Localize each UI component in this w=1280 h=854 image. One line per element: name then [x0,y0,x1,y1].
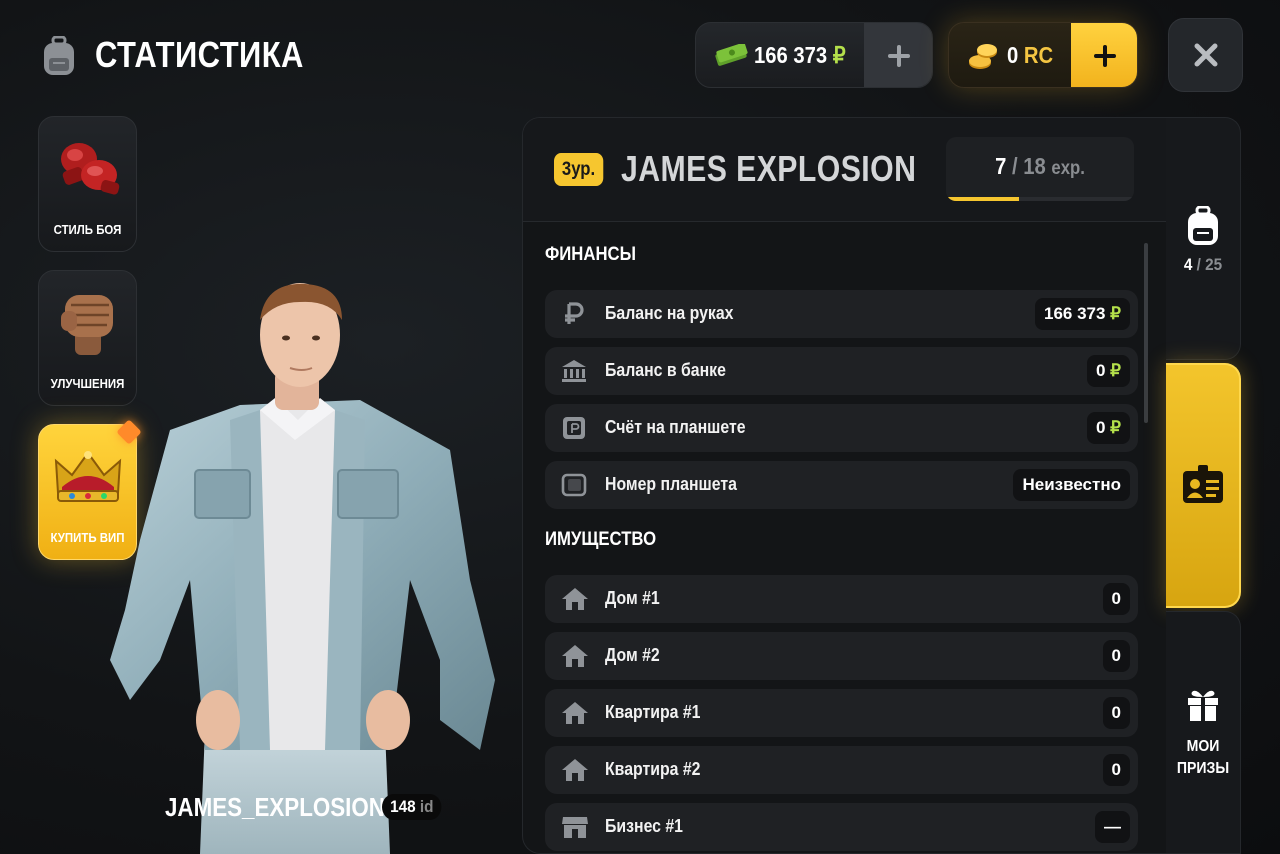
property-row-house-1: Дом #1 0 [545,575,1138,623]
boxing-gloves-icon [53,135,123,201]
finance-row-bank: Баланс в банке 0 ₽ [545,347,1138,395]
rc-balance: 0 RC [948,22,1138,88]
house-icon [561,701,588,725]
prizes-label: МОИ ПРИЗЫ [1176,738,1230,777]
coins-icon [967,41,999,71]
close-button[interactable] [1168,18,1243,92]
backpack-icon [40,35,78,76]
house-icon [561,758,588,782]
profile-name: JAMES EXPLOSION [621,148,917,189]
row-label: Счёт на планшете [605,417,746,437]
finance-row-tablet-account: Счёт на планшете 0 ₽ [545,404,1138,452]
row-value: 0 ₽ [1086,412,1130,444]
property-title: ИМУЩЕСТВО [545,529,657,550]
stats-panel: 3ур. JAMES EXPLOSION 7 / 18 exp. ФИНАНСЫ… [522,117,1167,854]
id-card-icon [1182,465,1224,509]
tab-statistics[interactable] [1166,363,1241,608]
finance-row-cash: Баланс на руках 166 373 ₽ [545,290,1138,338]
add-rc-button[interactable] [1071,23,1137,87]
ruble-icon [561,302,587,326]
row-label: Баланс на руках [605,303,734,323]
character-model [110,280,500,854]
property-row-apartment-2: Квартира #2 0 [545,746,1138,794]
row-label: Дом #2 [605,645,660,665]
tab-prizes[interactable]: МОИ ПРИЗЫ [1166,611,1241,854]
side-item-label: СТИЛЬ БОЯ [53,222,122,237]
row-value: Неизвестно [1013,469,1130,501]
house-icon [561,587,588,611]
tab-inventory[interactable]: 4 / 25 [1166,117,1241,360]
profile-header: 3ур. JAMES EXPLOSION 7 / 18 exp. [523,118,1167,222]
property-row-business-1: Бизнес #1 — [545,803,1138,851]
close-icon [1194,43,1217,67]
plus-icon [888,45,910,67]
row-label: Дом #1 [605,588,660,608]
plus-icon [1094,45,1116,67]
row-value: 0 [1102,640,1130,672]
gift-icon [1186,688,1220,726]
row-value: — [1095,811,1130,843]
inventory-count: 4 / 25 [1183,255,1223,274]
row-value: 0 ₽ [1086,355,1130,387]
shop-icon [561,815,588,839]
row-value: 166 373 ₽ [1034,298,1130,330]
property-row-house-2: Дом #2 0 [545,632,1138,680]
experience-value: 7 / 18 exp. [995,153,1085,179]
finances-title: ФИНАНСЫ [545,244,636,265]
row-value: 0 [1102,583,1130,615]
finance-row-tablet-number: Номер планшета Неизвестно [545,461,1138,509]
cash-stack-icon [714,42,748,68]
cash-balance: 166 373 ₽ [695,22,933,88]
player-id-badge: 148 id [382,794,442,820]
experience-box: 7 / 18 exp. [946,137,1134,201]
level-badge: 3ур. [554,153,604,186]
rc-value: 0 RC [1007,42,1054,68]
row-value: 0 [1102,697,1130,729]
player-name: JAMES_EXPLOSION [165,792,385,822]
fight-style-button[interactable]: СТИЛЬ БОЯ [38,116,137,252]
page-title: СТАТИСТИКА [95,34,304,75]
property-row-apartment-1: Квартира #1 0 [545,689,1138,737]
row-label: Номер планшета [605,474,737,494]
bank-icon [561,359,587,383]
tablet-icon [561,473,587,497]
row-label: Бизнес #1 [605,816,684,836]
scrollbar[interactable] [1144,243,1148,423]
cash-value: 166 373 ₽ [754,42,846,68]
row-label: Баланс в банке [605,360,726,380]
row-value: 0 [1102,754,1130,786]
tablet-account-icon [561,416,587,440]
row-label: Квартира #2 [605,759,701,779]
add-cash-button[interactable] [864,23,932,87]
experience-progress-fill [946,197,1020,201]
row-label: Квартира #1 [605,702,701,722]
house-icon [561,644,588,668]
backpack-icon [1185,205,1221,250]
